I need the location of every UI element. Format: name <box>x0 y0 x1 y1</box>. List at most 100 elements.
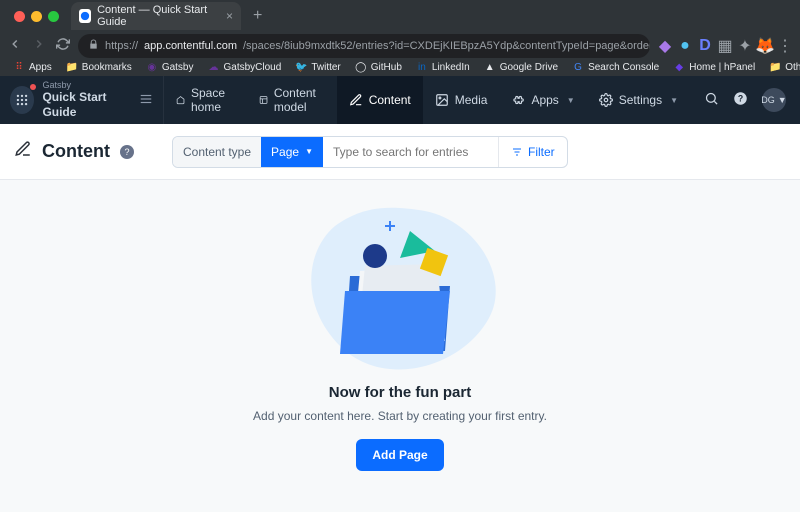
chevron-down-icon: ▼ <box>670 96 678 105</box>
nav-label: Settings <box>619 93 662 107</box>
apps-grid-icon: ⠿ <box>13 61 25 73</box>
bookmark-item[interactable]: ◉ Gatsby <box>141 59 199 75</box>
empty-state: Now for the fun part Add your content he… <box>0 190 800 491</box>
google-drive-icon: ▲ <box>484 61 496 73</box>
empty-state-subtext: Add your content here. Start by creating… <box>253 409 547 423</box>
gear-icon <box>599 93 613 107</box>
hpanel-icon: ◆ <box>673 61 685 73</box>
nav-label: Apps <box>531 93 558 107</box>
bookmark-label: Bookmarks <box>82 62 132 73</box>
nav-content[interactable]: Content <box>337 76 423 124</box>
chevron-down-icon: ▼ <box>567 96 575 105</box>
chevron-down-icon: ▼ <box>778 95 787 105</box>
extensions-puzzle-icon[interactable]: ✦ <box>738 39 752 53</box>
bookmark-item[interactable]: ◆Home | hPanel <box>668 59 760 75</box>
filter-button[interactable]: Filter <box>498 137 567 167</box>
extension-icons: ◆ ● D ▦ ✦ 🦊 ⋮ <box>658 39 792 53</box>
bookmark-label: Search Console <box>588 62 659 73</box>
bookmark-item[interactable]: 📁 Bookmarks <box>61 59 137 75</box>
environment-menu-icon[interactable] <box>139 92 153 109</box>
search-input[interactable] <box>323 145 498 159</box>
add-page-button[interactable]: Add Page <box>356 439 443 471</box>
empty-state-heading: Now for the fun part <box>329 384 472 401</box>
nav-media[interactable]: Media <box>423 76 500 124</box>
space-switcher[interactable]: Gatsby Quick Start Guide <box>0 76 164 124</box>
help-tooltip-icon[interactable]: ? <box>120 145 134 159</box>
gatsby-icon: ◉ <box>146 61 158 73</box>
nav-label: Space home <box>191 86 235 114</box>
window-close-button[interactable] <box>14 11 25 22</box>
twitter-icon: 🐦 <box>295 61 307 73</box>
app-launcher-icon[interactable] <box>10 86 34 114</box>
user-avatar[interactable]: DG▼ <box>762 88 786 112</box>
media-icon <box>435 93 449 107</box>
entry-search: Content type Page ▼ Filter <box>172 136 568 168</box>
nav-apps[interactable]: Apps ▼ <box>499 76 586 124</box>
bookmark-label: Google Drive <box>500 62 558 73</box>
bookmark-label: Other Bookmarks <box>785 62 800 73</box>
forward-button[interactable] <box>32 37 46 56</box>
tab-close-icon[interactable]: × <box>226 9 233 23</box>
home-icon <box>176 93 185 107</box>
primary-nav: Space home Content model Content Media A… <box>164 76 690 124</box>
bookmark-item[interactable]: ▲ Google Drive <box>479 59 563 75</box>
bookmark-item[interactable]: ☁ GatsbyCloud <box>203 59 287 75</box>
page-title: Content <box>42 141 110 162</box>
empty-state-illustration <box>295 196 505 376</box>
content-page-icon <box>14 140 32 163</box>
chevron-down-icon: ▼ <box>305 147 313 156</box>
nav-label: Media <box>455 93 488 107</box>
search-button[interactable] <box>704 91 719 109</box>
bookmarks-bar: ⠿ Apps 📁 Bookmarks ◉ Gatsby ☁ GatsbyCloud 🐦… <box>0 58 800 76</box>
org-label: Gatsby <box>42 81 130 90</box>
bookmark-item[interactable]: ◯ GitHub <box>350 59 407 75</box>
extension-icon[interactable]: ▦ <box>718 39 732 53</box>
folder-icon: 📁 <box>66 61 78 73</box>
gatsby-cloud-icon: ☁ <box>208 61 220 73</box>
extension-icon[interactable]: D <box>698 39 712 53</box>
reload-button[interactable] <box>56 37 70 56</box>
space-label: Quick Start Guide <box>42 90 130 119</box>
other-bookmarks-button[interactable]: 📁 Other Bookmarks <box>764 59 800 75</box>
folder-icon: 📁 <box>769 61 781 73</box>
bookmark-label: Gatsby <box>162 62 194 73</box>
github-icon: ◯ <box>355 61 367 73</box>
profile-avatar-icon[interactable]: 🦊 <box>758 39 772 53</box>
bookmark-label: Twitter <box>311 62 340 73</box>
address-bar[interactable]: https://app.contentful.com/spaces/8iub9m… <box>78 34 650 58</box>
url-host: app.contentful.com <box>144 40 237 52</box>
tab-title: Content — Quick Start Guide <box>97 4 220 28</box>
help-button[interactable]: ? <box>733 91 748 109</box>
nav-settings[interactable]: Settings ▼ <box>587 76 690 124</box>
extension-icon[interactable]: ◆ <box>658 39 672 53</box>
lock-icon <box>88 39 99 53</box>
back-button[interactable] <box>8 37 22 56</box>
bookmark-label: GatsbyCloud <box>224 62 282 73</box>
bookmark-label: GitHub <box>371 62 402 73</box>
linkedin-icon: in <box>416 61 428 73</box>
window-controls <box>8 11 65 22</box>
page-header: Content ? Content type Page ▼ Filter <box>0 124 800 180</box>
tab-strip: Content — Quick Start Guide × + <box>0 0 800 32</box>
nav-label: Content <box>369 93 411 107</box>
extension-icon[interactable]: ● <box>678 39 692 53</box>
nav-content-model[interactable]: Content model <box>247 76 337 124</box>
bookmark-item[interactable]: in LinkedIn <box>411 59 475 75</box>
window-zoom-button[interactable] <box>48 11 59 22</box>
bookmark-item[interactable]: 🐦 Twitter <box>290 59 345 75</box>
bookmark-item[interactable]: G Search Console <box>567 59 664 75</box>
content-icon <box>349 93 363 107</box>
filter-label: Filter <box>528 145 555 159</box>
content-type-select[interactable]: Page ▼ <box>261 137 323 167</box>
nav-space-home[interactable]: Space home <box>164 76 247 124</box>
browser-menu-icon[interactable]: ⋮ <box>778 39 792 53</box>
new-tab-button[interactable]: + <box>247 7 268 25</box>
url-scheme: https:// <box>105 40 138 52</box>
space-name: Gatsby Quick Start Guide <box>42 81 130 119</box>
model-icon <box>259 93 268 107</box>
bookmark-label: LinkedIn <box>432 62 470 73</box>
window-minimize-button[interactable] <box>31 11 42 22</box>
apps-button[interactable]: ⠿ Apps <box>8 59 57 75</box>
browser-tab[interactable]: Content — Quick Start Guide × <box>71 2 241 30</box>
search-console-icon: G <box>572 61 584 73</box>
